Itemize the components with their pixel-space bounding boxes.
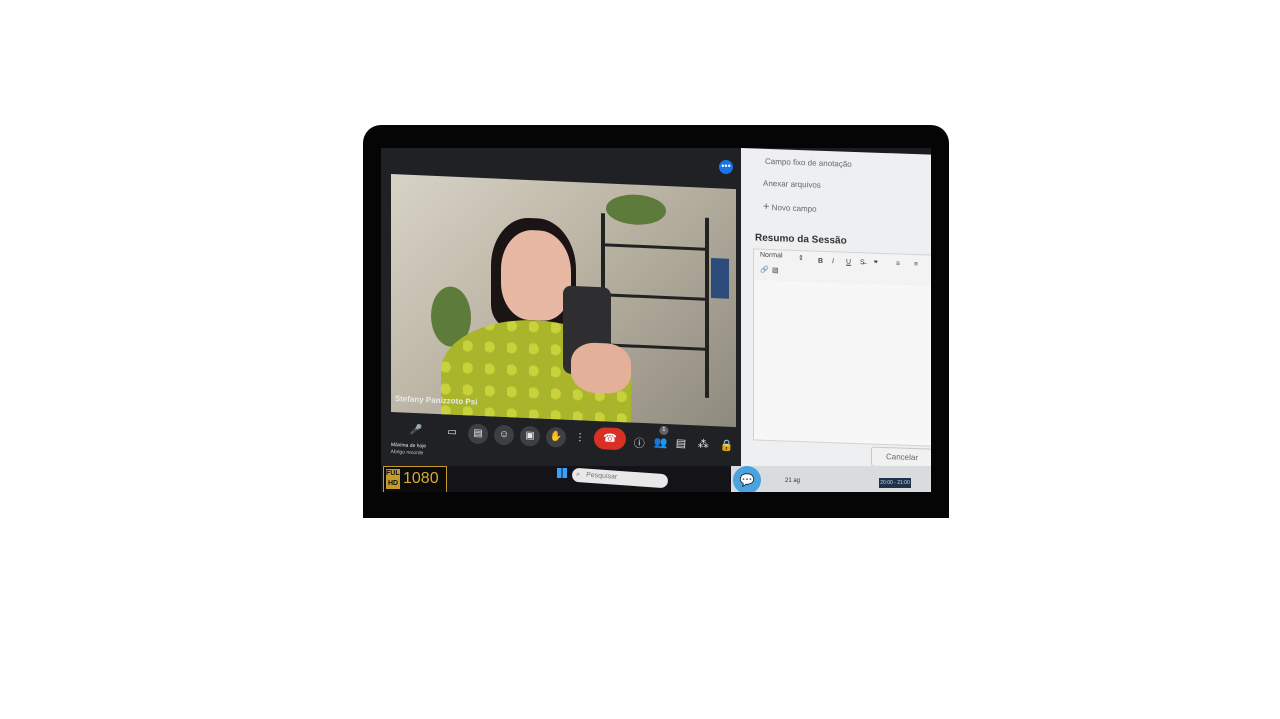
- microphone-icon[interactable]: 🎤: [406, 421, 427, 442]
- taskbar: FULL HD 1080 ⌕ Pesquisar: [381, 466, 749, 492]
- underline-icon[interactable]: U: [846, 259, 851, 266]
- person-face: [501, 228, 571, 322]
- captions-icon[interactable]: ▤: [467, 423, 489, 445]
- attach-files-link[interactable]: Anexar arquivos: [763, 179, 821, 190]
- camera-icon[interactable]: ▭: [442, 422, 463, 443]
- info-icon[interactable]: ⓘ: [633, 435, 646, 451]
- italic-icon[interactable]: I: [832, 258, 834, 265]
- new-field-button[interactable]: + Novo campo: [763, 201, 817, 215]
- more-actions-icon[interactable]: ⋮: [570, 428, 591, 449]
- present-screen-icon[interactable]: ▣: [519, 425, 541, 447]
- activities-icon[interactable]: ⁂: [698, 438, 710, 451]
- fixed-annotation-field[interactable]: Campo fixo de anotação: [765, 157, 852, 169]
- calendar-date: 21 ag: [785, 478, 801, 484]
- chat-bubble-icon[interactable]: 💬: [733, 466, 761, 492]
- join-notification-sub: Abrigo recorde: [390, 448, 424, 457]
- quote-icon[interactable]: ❞: [874, 260, 878, 268]
- full-hd-badge: FULL HD 1080: [383, 466, 447, 492]
- end-call-button[interactable]: ☎: [593, 426, 627, 451]
- calendar-time-slot[interactable]: 20:00 - 21:00: [879, 478, 911, 488]
- strikethrough-icon[interactable]: S̶: [860, 259, 865, 266]
- participants-count-badge: 1: [659, 425, 669, 436]
- image-icon[interactable]: ▨: [772, 266, 779, 274]
- screen: ••• Stefany Panizzoto Psi 🎤 ▭ ▤ ☺ ▣ ✋ ⋮ …: [381, 148, 931, 492]
- session-summary-editor[interactable]: [753, 279, 931, 447]
- align-left-icon[interactable]: ≡: [896, 260, 900, 267]
- taskbar-search-input[interactable]: ⌕ Pesquisar: [571, 467, 669, 489]
- emoji-icon[interactable]: ☺: [493, 424, 515, 446]
- video-call-window: ••• Stefany Panizzoto Psi 🎤 ▭ ▤ ☺ ▣ ✋ ⋮ …: [381, 148, 749, 492]
- session-notes-panel: Campo fixo de anotação Anexar arquivos +…: [741, 148, 931, 492]
- raise-hand-icon[interactable]: ✋: [545, 426, 567, 448]
- chat-icon[interactable]: ▤: [676, 437, 687, 450]
- participant-video: [391, 174, 736, 428]
- new-field-label: Novo campo: [771, 203, 817, 214]
- laptop-frame: ••• Stefany Panizzoto Psi 🎤 ▭ ▤ ☺ ▣ ✋ ⋮ …: [363, 125, 949, 518]
- person-hand: [571, 341, 631, 395]
- select-arrow-icon: ⇕: [798, 254, 804, 263]
- bold-icon[interactable]: B: [818, 258, 823, 265]
- people-icon[interactable]: 👥: [654, 436, 668, 450]
- align-center-icon[interactable]: ≡: [914, 261, 918, 268]
- resolution-label: 1080: [403, 470, 439, 487]
- host-controls-icon[interactable]: 🔒: [720, 438, 734, 452]
- join-notification: Máxima de hoje Abrigo recorde: [390, 442, 426, 458]
- section-title: Resumo da Sessão: [755, 232, 847, 247]
- search-placeholder: Pesquisar: [585, 471, 618, 481]
- wall-picture: [711, 257, 729, 299]
- full-hd-label: FULL HD: [386, 469, 404, 489]
- link-icon[interactable]: 🔗: [760, 266, 769, 274]
- search-icon: ⌕: [575, 470, 581, 479]
- more-options-icon[interactable]: •••: [719, 160, 733, 174]
- plus-icon: +: [763, 200, 770, 213]
- windows-start-icon[interactable]: [557, 468, 567, 478]
- format-select[interactable]: Normal: [760, 252, 783, 260]
